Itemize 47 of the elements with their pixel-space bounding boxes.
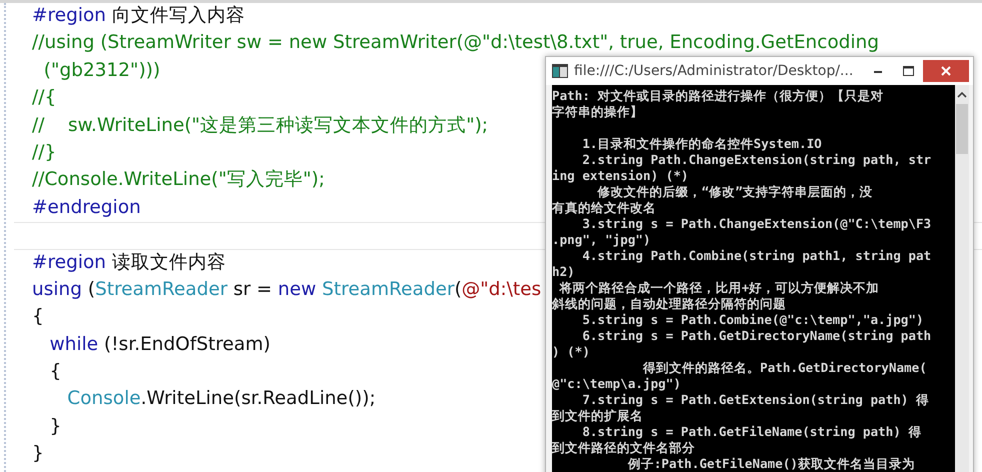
- code-line: }: [48, 416, 62, 437]
- console-line: .png", "jpg"): [552, 232, 651, 247]
- console-line: Path: 对文件或目录的路径进行操作（很方便）【只是对: [552, 88, 884, 103]
- close-icon: [941, 66, 951, 76]
- console-icon: [552, 64, 568, 78]
- code-line: }: [32, 443, 44, 464]
- console-line: 4.string Path.Combine(string path1, string pat: [581, 248, 932, 263]
- window-title: file:///C:/Users/Administrator/Desktop/...: [574, 63, 854, 79]
- console-line: 2.string Path.ChangeExtension(string path, str: [581, 152, 932, 167]
- scrollbar[interactable]: [955, 85, 969, 472]
- console-line: 得到文件的路径名。Path.GetDirectoryName(: [642, 360, 927, 375]
- code-line: {: [48, 361, 62, 382]
- console-line: 斜线的问题，自动处理路径分隔符的问题: [552, 296, 786, 311]
- console-line: 1.目录和文件操作的命名控件System.IO: [581, 136, 822, 151]
- console-line: 7.string s = Path.GetExtension(string path) 得: [581, 392, 929, 407]
- code-line: #region 向文件写入内容: [32, 5, 245, 26]
- console-line: ing extension) (*): [552, 168, 688, 183]
- console-line: 到文件路径的文件名部分: [552, 440, 695, 455]
- console-line: 3.string s = Path.ChangeExtension(@"C:\temp\F3: [581, 216, 932, 231]
- maximize-icon: [902, 66, 914, 76]
- code-line: #region 读取文件内容: [32, 252, 226, 273]
- console-line: h2): [552, 264, 575, 279]
- code-line: //{: [32, 87, 56, 108]
- console-line: 到文件的扩展名: [552, 408, 643, 423]
- console-line: @"c:\temp\a.jpg"): [552, 376, 681, 391]
- code-line: //}: [32, 142, 56, 163]
- console-line: 例子:Path.GetFileName()获取文件名当目录为: [626, 456, 915, 471]
- code-line: //Console.WriteLine("写入完毕");: [32, 169, 325, 190]
- console-line: ) (*): [552, 344, 590, 359]
- console-line: 修改文件的后缀，“修改”支持字符串层面的，没: [596, 184, 873, 199]
- console-line: 6.string s = Path.GetDirectoryName(string path: [581, 328, 932, 343]
- code-line: Console.WriteLine(sr.ReadLine());: [66, 388, 376, 410]
- console-line: 8.string s = Path.GetFileName(string path) 得: [581, 424, 922, 439]
- console-line: 将两个路径合成一个路径，比用+好，可以方便解决不加: [558, 280, 880, 295]
- code-line: //using (StreamWriter sw = new StreamWriter(@"d:\test\8.txt", true, Encoding.GetEncoding: [32, 32, 879, 54]
- code-line: #endregion: [32, 196, 141, 218]
- scroll-thumb[interactable]: [956, 104, 968, 154]
- console-line: 5.string s = Path.Combine(@"c:\temp","a.jpg"): [581, 312, 924, 327]
- code-line: {: [32, 306, 44, 328]
- code-line: while (!sr.EndOfStream): [48, 334, 270, 355]
- scroll-up-icon[interactable]: [957, 91, 967, 98]
- code-line: // sw.WriteLine("这是第三种读写文本文件的方式");: [32, 114, 488, 136]
- console-line: 有真的给文件改名: [552, 200, 656, 215]
- console-line: 字符串的操作】: [552, 104, 643, 119]
- code-line: using (StreamReader sr = new StreamReader(@"d:\tes: [32, 278, 542, 300]
- close-button[interactable]: [923, 60, 969, 82]
- code-line: ("gb2312"))): [42, 60, 160, 81]
